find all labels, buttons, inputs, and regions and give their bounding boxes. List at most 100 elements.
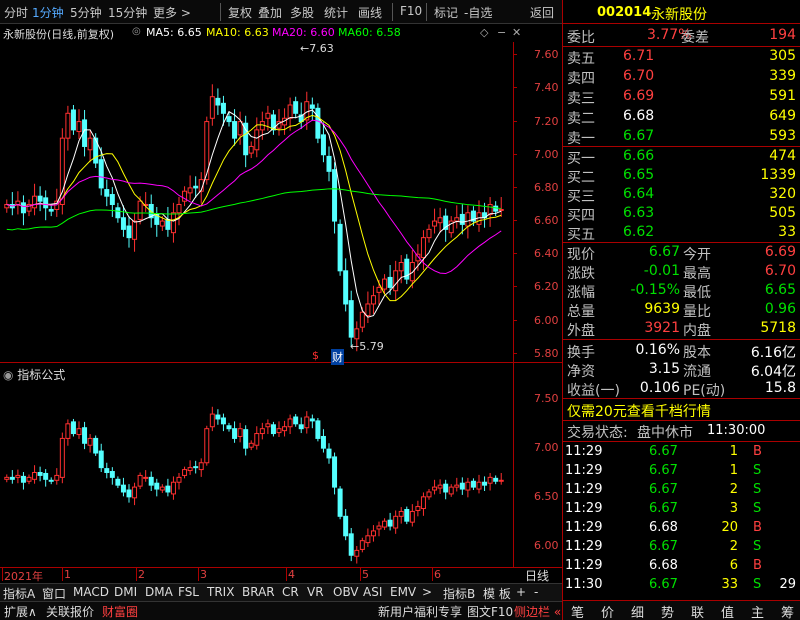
indicator-candle[interactable] <box>237 428 243 437</box>
main-candle[interactable] <box>204 121 210 181</box>
indicator-candle[interactable] <box>493 477 499 482</box>
main-candle[interactable] <box>232 121 238 139</box>
sell-level-row[interactable]: 卖三 6.69 591 <box>563 87 800 107</box>
expand-button[interactable]: 扩展∧ <box>4 603 37 620</box>
main-candle[interactable] <box>237 121 243 136</box>
main-candle[interactable] <box>393 270 399 292</box>
tab-dmi[interactable]: DMI <box>114 585 137 599</box>
main-candle[interactable] <box>209 96 215 119</box>
indicator-candle[interactable] <box>176 476 182 483</box>
indicator-candle[interactable] <box>337 488 343 517</box>
indicator-candle[interactable] <box>309 418 315 422</box>
indicator-candle[interactable] <box>437 484 443 489</box>
indicator-candle[interactable] <box>220 417 226 425</box>
indicator-candle[interactable] <box>287 418 293 428</box>
indicator-candle[interactable] <box>270 424 276 435</box>
indicator-candle[interactable] <box>154 482 160 490</box>
tab-indicator-b[interactable]: 指标B <box>443 585 475 602</box>
indicator-candle[interactable] <box>332 456 338 488</box>
main-candle[interactable] <box>137 200 143 220</box>
indicator-candle[interactable] <box>293 416 299 425</box>
tab-5min[interactable]: 5分钟 <box>70 4 102 21</box>
indicator-candle[interactable] <box>393 515 399 529</box>
indicator-candle[interactable] <box>104 468 110 473</box>
indicator-candle[interactable] <box>109 471 115 478</box>
main-candle[interactable] <box>465 212 471 227</box>
indicator-candle[interactable] <box>365 535 371 544</box>
indicator-candle[interactable] <box>326 448 332 459</box>
indicator-candle[interactable] <box>48 479 54 482</box>
indicator-candle[interactable] <box>182 469 188 476</box>
indicator-candle[interactable] <box>209 413 215 428</box>
indicator-candle[interactable] <box>26 476 32 482</box>
indicator-candle[interactable] <box>132 486 138 499</box>
settings-circle-icon[interactable]: ◎ <box>132 26 141 37</box>
sidebar-toggle[interactable]: 侧边栏 « <box>514 603 561 620</box>
main-candle[interactable] <box>48 208 54 212</box>
indicator-candle[interactable] <box>204 428 210 464</box>
indicator-candle[interactable] <box>276 428 282 434</box>
indicator-candle[interactable] <box>254 433 260 446</box>
indicator-candle[interactable] <box>454 484 460 488</box>
indicator-candle[interactable] <box>415 506 421 511</box>
restore-right-button[interactable]: 复权 <box>228 4 252 21</box>
indicator-candle[interactable] <box>187 467 193 472</box>
indicator-candle[interactable] <box>82 427 88 444</box>
buy-level-row[interactable]: 买一 6.66 474 <box>563 147 800 167</box>
f10-graphic-tab[interactable]: 图文F10 <box>467 603 513 620</box>
draw-line-button[interactable]: 画线 <box>358 4 382 21</box>
main-kline-chart[interactable] <box>0 42 513 362</box>
buy-level-row[interactable]: 买五 6.62 33 <box>563 223 800 243</box>
main-candle[interactable] <box>348 300 354 338</box>
tab-more[interactable]: 更多 > <box>153 4 191 21</box>
indicator-candle[interactable] <box>87 437 93 446</box>
indicator-candle[interactable] <box>476 481 482 490</box>
indicator-candle[interactable] <box>432 486 438 491</box>
quote-nav-tab[interactable]: 笔 <box>571 602 584 620</box>
main-candle[interactable] <box>332 169 338 222</box>
indicator-candle[interactable] <box>387 519 393 527</box>
indicator-candle[interactable] <box>193 466 199 469</box>
main-candle[interactable] <box>320 134 326 156</box>
indicator-candle[interactable] <box>159 486 165 491</box>
new-user-benefit-link[interactable]: 新用户福利专享 <box>378 603 462 620</box>
indicator-candle[interactable] <box>354 549 360 557</box>
add-favorite-button[interactable]: -自选 <box>464 4 492 21</box>
indicator-candle[interactable] <box>298 424 304 430</box>
main-candle[interactable] <box>87 137 93 151</box>
main-candle[interactable] <box>293 101 299 114</box>
main-candle[interactable] <box>376 286 382 293</box>
indicator-candle[interactable] <box>243 429 249 449</box>
indicator-candle[interactable] <box>348 533 354 556</box>
tabs-more-icon[interactable]: > <box>422 585 432 599</box>
promo-text[interactable]: 仅需20元查看千档行情 <box>567 401 711 421</box>
indicator-candle[interactable] <box>404 509 410 522</box>
indicator-candle[interactable] <box>259 428 265 435</box>
main-candle[interactable] <box>226 116 232 123</box>
tab-trix[interactable]: TRIX <box>207 585 234 599</box>
main-candle[interactable] <box>265 112 271 119</box>
statistics-button[interactable]: 统计 <box>324 4 348 21</box>
tab-cr[interactable]: CR <box>282 585 299 599</box>
main-candle[interactable] <box>98 159 104 189</box>
zoom-in-button[interactable]: + <box>516 585 526 599</box>
main-candle[interactable] <box>126 225 132 239</box>
main-candle[interactable] <box>32 195 38 209</box>
main-candle[interactable] <box>248 145 254 154</box>
indicator-candle[interactable] <box>120 484 126 493</box>
tab-vr[interactable]: VR <box>307 585 324 599</box>
main-candle[interactable] <box>37 195 43 202</box>
buy-level-row[interactable]: 买四 6.63 505 <box>563 204 800 224</box>
main-candle[interactable] <box>459 213 465 225</box>
tab-macd[interactable]: MACD <box>73 585 109 599</box>
indicator-candle[interactable] <box>54 474 60 481</box>
indicator-candle[interactable] <box>359 540 365 550</box>
buy-level-row[interactable]: 买二 6.65 1339 <box>563 166 800 186</box>
main-candle[interactable] <box>70 109 76 131</box>
sell-level-row[interactable]: 卖二 6.68 649 <box>563 107 800 127</box>
zoom-out-button[interactable]: - <box>534 585 538 599</box>
main-candle[interactable] <box>176 203 182 214</box>
main-candle[interactable] <box>215 97 221 106</box>
main-candle[interactable] <box>426 228 432 239</box>
quote-nav-tab[interactable]: 主 <box>751 602 764 620</box>
